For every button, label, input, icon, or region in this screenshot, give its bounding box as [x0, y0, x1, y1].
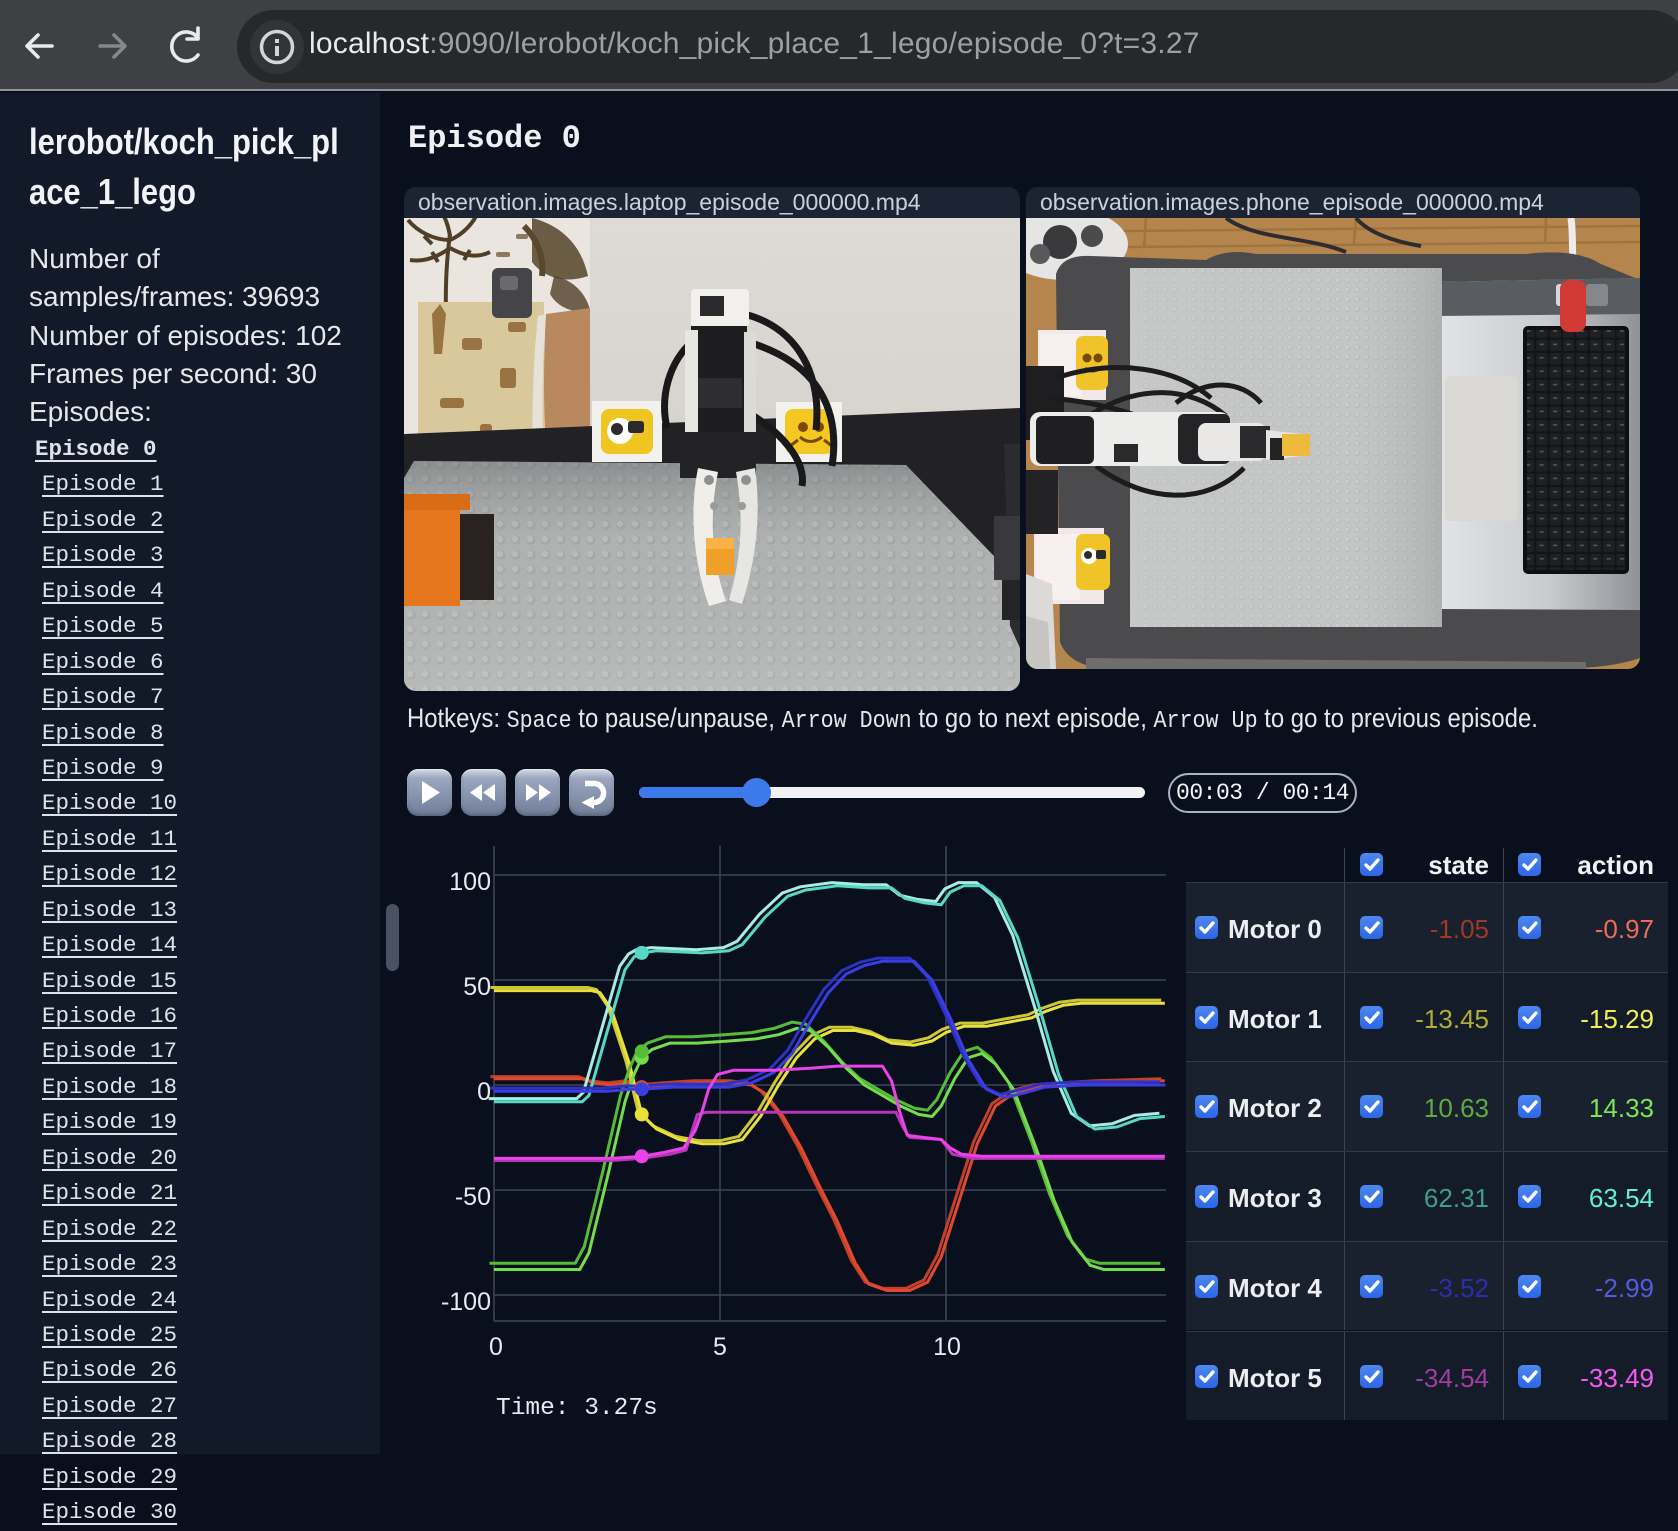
- svg-text:100: 100: [449, 868, 491, 896]
- svg-text:10: 10: [933, 1333, 961, 1361]
- svg-text:50: 50: [463, 973, 491, 1001]
- svg-text:5: 5: [713, 1333, 727, 1361]
- svg-text:-50: -50: [455, 1183, 491, 1211]
- svg-text:0: 0: [477, 1078, 491, 1106]
- svg-text:0: 0: [489, 1333, 503, 1361]
- svg-text:Time: 3.27s: Time: 3.27s: [496, 1395, 658, 1422]
- svg-text:-100: -100: [441, 1288, 491, 1316]
